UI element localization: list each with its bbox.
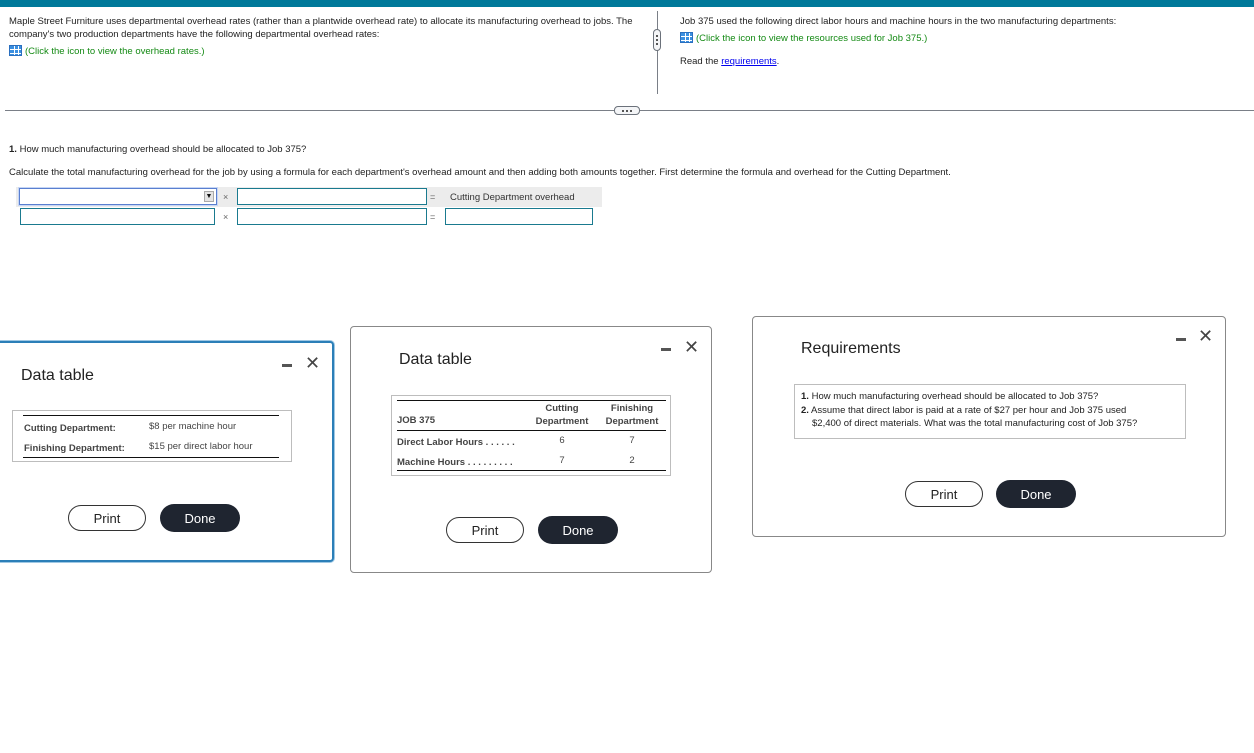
requirement-number: 2. bbox=[801, 405, 809, 416]
rate-input-1[interactable] bbox=[237, 188, 427, 205]
overhead-rates-link[interactable]: (Click the icon to view the overhead rat… bbox=[9, 45, 205, 58]
dialog-title: Requirements bbox=[801, 340, 901, 357]
multiply-sign: × bbox=[223, 192, 229, 202]
requirement-number: 1. bbox=[801, 391, 809, 402]
job-intro: Job 375 used the following direct labor … bbox=[680, 16, 1117, 27]
requirements-list: 1. How much manufacturing overhead shoul… bbox=[794, 384, 1186, 439]
cutting-value: 6 bbox=[559, 435, 565, 446]
overhead-rates-dialog: Data table ✕ Cutting Department: $8 per … bbox=[0, 341, 334, 562]
finishing-header-1: Finishing bbox=[610, 403, 654, 414]
finishing-header-2: Department bbox=[605, 416, 659, 427]
equals-sign: = bbox=[430, 192, 436, 202]
resources-table: JOB 375 Cutting Department Finishing Dep… bbox=[391, 395, 671, 476]
resources-link-text[interactable]: (Click the icon to view the resources us… bbox=[696, 33, 927, 44]
print-button[interactable]: Print bbox=[905, 481, 983, 507]
finishing-value: 2 bbox=[629, 455, 635, 466]
horizontal-splitter-handle[interactable] bbox=[614, 106, 640, 115]
dialog-title: Data table bbox=[399, 351, 472, 368]
question-instruction: Calculate the total manufacturing overhe… bbox=[9, 167, 951, 178]
done-button[interactable]: Done bbox=[996, 480, 1076, 508]
requirement-item: 2. Assume that direct labor is paid at a… bbox=[801, 404, 1126, 418]
dropdown-arrow-icon[interactable]: ▼ bbox=[204, 191, 214, 202]
rate-label: Finishing Department: bbox=[24, 443, 125, 454]
table-rule bbox=[397, 470, 666, 471]
problem-intro: Maple Street Furniture uses departmental… bbox=[9, 16, 633, 40]
done-button[interactable]: Done bbox=[538, 516, 618, 544]
vertical-splitter[interactable] bbox=[657, 11, 658, 94]
print-button[interactable]: Print bbox=[68, 505, 146, 531]
read-suffix: . bbox=[776, 56, 780, 67]
minimize-icon[interactable] bbox=[661, 348, 671, 351]
minimize-icon[interactable] bbox=[282, 364, 292, 367]
resources-link[interactable]: (Click the icon to view the resources us… bbox=[680, 32, 927, 45]
rate-value: $15 per direct labor hour bbox=[149, 441, 253, 452]
dialog-title: Data table bbox=[21, 367, 94, 384]
question-number: 1. bbox=[9, 144, 17, 155]
table-rule bbox=[23, 415, 279, 416]
minimize-icon[interactable] bbox=[1176, 338, 1186, 341]
equals-sign: = bbox=[430, 212, 436, 222]
rate-value: $8 per machine hour bbox=[149, 421, 237, 432]
cutting-value: 7 bbox=[559, 455, 565, 466]
multiply-sign: × bbox=[223, 212, 229, 222]
rates-table: Cutting Department: $8 per machine hour … bbox=[12, 410, 292, 462]
done-button[interactable]: Done bbox=[160, 504, 240, 532]
read-prefix: Read the bbox=[680, 56, 722, 67]
finishing-value: 7 bbox=[629, 435, 635, 446]
job-resources-dialog: Data table ✕ JOB 375 Cutting Department … bbox=[350, 326, 712, 573]
requirement-text-cont: $2,400 of direct materials. What was the… bbox=[812, 418, 1138, 429]
close-icon[interactable]: ✕ bbox=[1198, 327, 1213, 345]
cutting-overhead-input[interactable] bbox=[445, 208, 593, 225]
close-icon[interactable]: ✕ bbox=[305, 354, 320, 372]
table-icon[interactable] bbox=[9, 45, 22, 56]
row-label: Machine Hours . . . . . . . . . bbox=[397, 457, 513, 468]
requirement-text: How much manufacturing overhead should b… bbox=[808, 391, 1099, 402]
overhead-rates-link-text[interactable]: (Click the icon to view the overhead rat… bbox=[25, 46, 205, 57]
requirement-item: 1. How much manufacturing overhead shoul… bbox=[801, 390, 1098, 404]
top-bar bbox=[0, 0, 1254, 7]
rate-label: Cutting Department: bbox=[24, 423, 116, 434]
row-label: Direct Labor Hours . . . . . . bbox=[397, 437, 515, 448]
read-requirements: Read the requirements. bbox=[680, 55, 779, 68]
question-title: 1. How much manufacturing overhead shoul… bbox=[9, 143, 306, 156]
requirements-link[interactable]: requirements bbox=[721, 56, 776, 67]
quantity-input-2[interactable] bbox=[20, 208, 215, 225]
vertical-splitter-handle[interactable] bbox=[653, 29, 661, 51]
rate-input-2[interactable] bbox=[237, 208, 427, 225]
print-button[interactable]: Print bbox=[446, 517, 524, 543]
table-icon[interactable] bbox=[680, 32, 693, 43]
cutting-header-2: Department bbox=[535, 416, 589, 427]
table-rule bbox=[397, 430, 666, 431]
requirement-text: Assume that direct labor is paid at a ra… bbox=[808, 405, 1127, 416]
cutting-overhead-label: Cutting Department overhead bbox=[450, 192, 575, 203]
question-text: How much manufacturing overhead should b… bbox=[16, 144, 307, 155]
cutting-header-1: Cutting bbox=[545, 403, 579, 414]
job-header: JOB 375 bbox=[397, 415, 436, 426]
table-rule bbox=[397, 400, 666, 401]
requirements-dialog: Requirements ✕ 1. How much manufacturing… bbox=[752, 316, 1226, 537]
table-rule bbox=[23, 457, 279, 458]
basis-select[interactable]: ▼ bbox=[19, 188, 217, 205]
close-icon[interactable]: ✕ bbox=[684, 338, 699, 356]
